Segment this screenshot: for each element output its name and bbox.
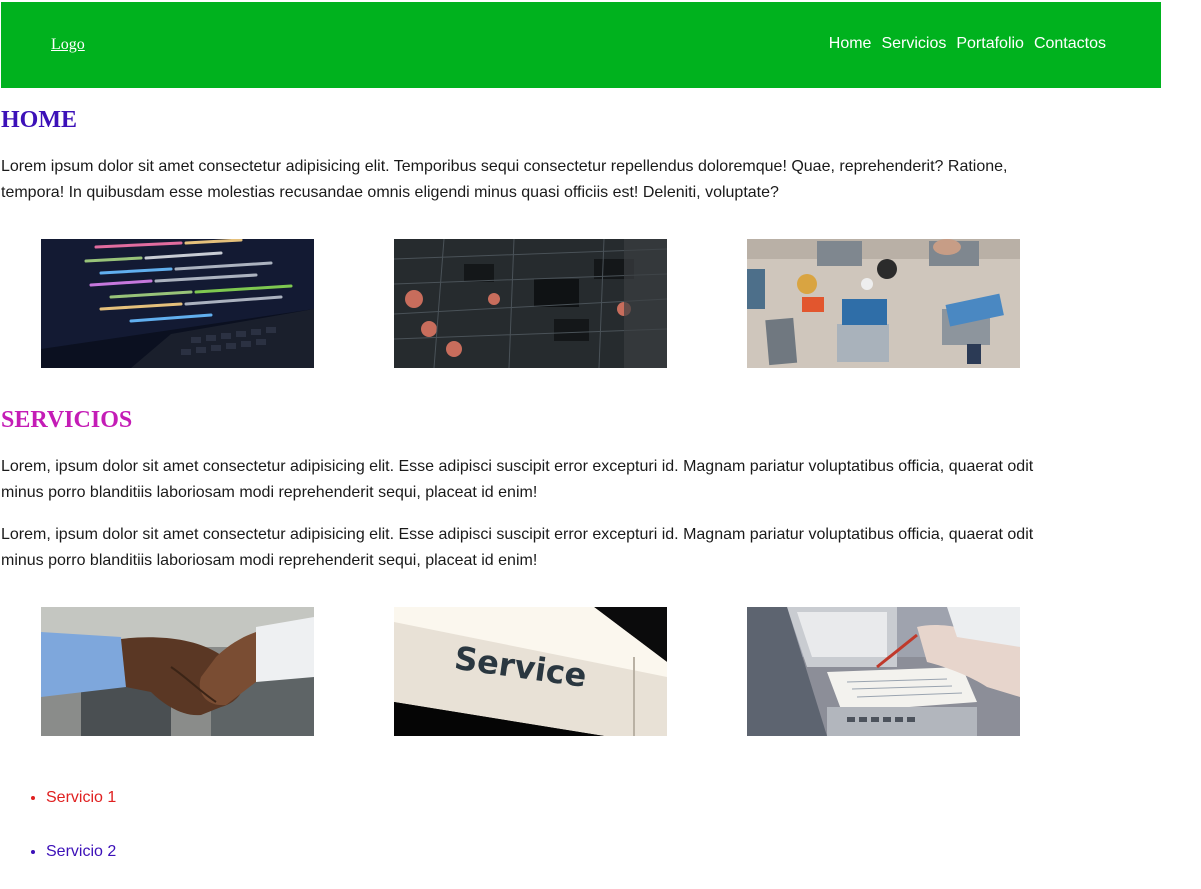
site-header: Logo Home Servicios Portafolio Contactos (1, 2, 1161, 88)
servicios-paragraph-1: Lorem, ipsum dolor sit amet consectetur … (1, 458, 1034, 501)
logo-link[interactable]: Logo (51, 36, 85, 54)
home-image-row (41, 239, 1020, 368)
nav-link-home[interactable]: Home (829, 35, 872, 53)
home-paragraph: Lorem ipsum dolor sit amet consectetur a… (1, 158, 1008, 201)
home-heading: HOME (1, 107, 77, 133)
list-item: Servicio 1 (46, 785, 116, 839)
service-sign-photo: Service (394, 607, 667, 736)
services-list: Servicio 1 Servicio 2 (0, 785, 116, 889)
servicios-heading: SERVICIOS (1, 407, 133, 433)
servicios-paragraph-2: Lorem, ipsum dolor sit amet consectetur … (1, 526, 1034, 569)
nav-link-servicios[interactable]: Servicios (881, 35, 946, 53)
main-nav: Home Servicios Portafolio Contactos (829, 35, 1106, 53)
service-item-1[interactable]: Servicio 1 (46, 789, 116, 806)
servicios-image-row: Service (41, 607, 1020, 736)
circuit-board-photo (394, 239, 667, 368)
team-laptops-desk-photo (747, 239, 1020, 368)
service-item-2[interactable]: Servicio 2 (46, 843, 116, 860)
list-item: Servicio 2 (46, 839, 116, 889)
business-documents-photo (747, 607, 1020, 736)
handshake-photo (41, 607, 314, 736)
nav-link-contactos[interactable]: Contactos (1034, 35, 1106, 53)
nav-link-portafolio[interactable]: Portafolio (956, 35, 1024, 53)
code-on-laptop-photo (41, 239, 314, 368)
